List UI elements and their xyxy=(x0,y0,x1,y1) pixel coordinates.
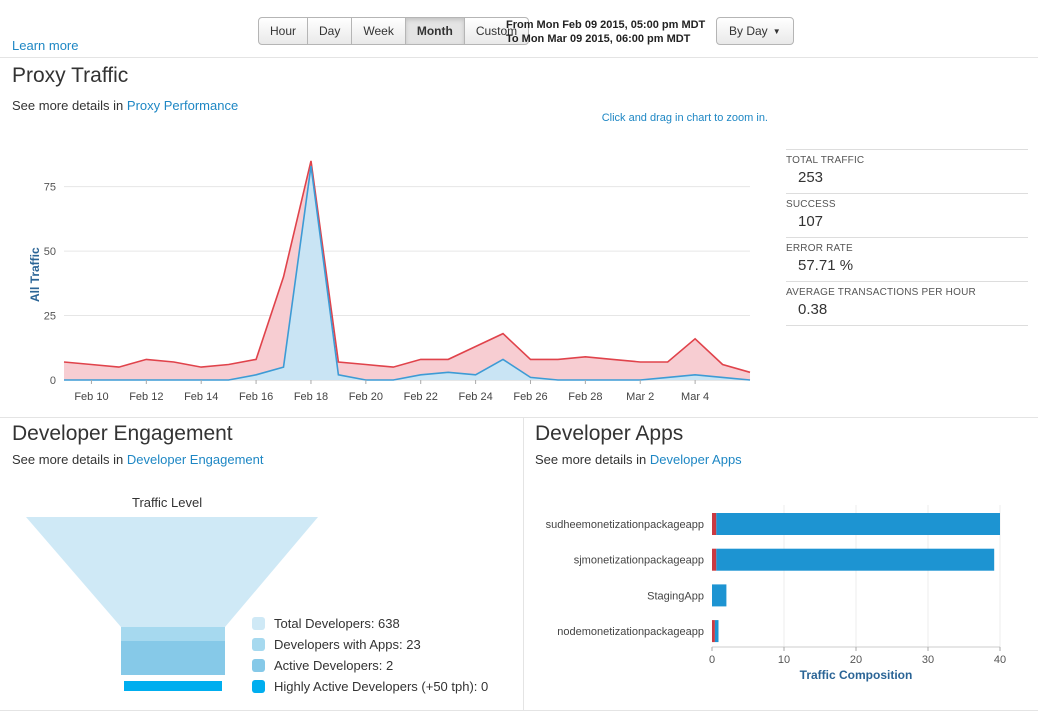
svg-text:Mar 4: Mar 4 xyxy=(681,391,709,403)
svg-text:50: 50 xyxy=(44,246,56,258)
date-range-from: From Mon Feb 09 2015, 05:00 pm MDT xyxy=(506,19,706,31)
group-by-label: By Day xyxy=(729,24,768,38)
svg-text:Feb 20: Feb 20 xyxy=(349,391,383,403)
svg-text:10: 10 xyxy=(778,654,790,666)
date-range-to: To Mon Mar 09 2015, 06:00 pm MDT xyxy=(506,33,691,45)
svg-text:75: 75 xyxy=(44,182,56,194)
legend-item: Active Developers: 2 xyxy=(252,658,488,673)
svg-text:Feb 26: Feb 26 xyxy=(513,391,547,403)
details-prefix: See more details in xyxy=(12,452,124,467)
stat-label: TOTAL TRAFFIC xyxy=(786,155,865,166)
learn-more-link[interactable]: Learn more xyxy=(12,38,78,53)
funnel-title: Traffic Level xyxy=(132,495,203,510)
stat-label: ERROR RATE xyxy=(786,243,853,254)
proxy-traffic-details: See more details in Proxy Performance xyxy=(12,98,238,113)
developer-apps-chart: sudheemonetizationpackageapp sjmonetizati… xyxy=(546,505,1006,682)
details-prefix: See more details in xyxy=(535,452,647,467)
legend-label: Developers with Apps: 23 xyxy=(274,637,421,652)
legend-label: Highly Active Developers (+50 tph): 0 xyxy=(274,679,489,694)
chart-zoom-hint: Click and drag in chart to zoom in. xyxy=(601,112,768,124)
developer-apps-link[interactable]: Developer Apps xyxy=(650,452,742,467)
svg-text:Feb 12: Feb 12 xyxy=(129,391,163,403)
svg-text:30: 30 xyxy=(922,654,934,666)
stat-label: AVERAGE TRANSACTIONS PER HOUR xyxy=(786,287,976,298)
bottom-divider xyxy=(0,710,1038,711)
time-range-button-group: Hour Day Week Month Custom xyxy=(258,17,530,45)
range-week-button[interactable]: Week xyxy=(351,17,406,45)
range-hour-button[interactable]: Hour xyxy=(258,17,309,45)
svg-text:Feb 18: Feb 18 xyxy=(294,391,328,403)
proxy-traffic-title: Proxy Traffic xyxy=(12,64,129,87)
svg-text:25: 25 xyxy=(44,311,56,323)
details-prefix: See more details in xyxy=(12,98,124,113)
svg-text:sjmonetizationpackageapp: sjmonetizationpackageapp xyxy=(574,555,704,567)
svg-text:Feb 22: Feb 22 xyxy=(404,391,438,403)
stat-value: 107 xyxy=(798,213,824,230)
legend-item: Developers with Apps: 23 xyxy=(252,637,488,652)
svg-text:nodemonetizationpackageapp: nodemonetizationpackageapp xyxy=(557,626,704,638)
developer-apps-details: See more details in Developer Apps xyxy=(535,452,742,467)
developer-engagement-title: Developer Engagement xyxy=(12,422,233,445)
svg-text:0: 0 xyxy=(709,654,715,666)
svg-text:0: 0 xyxy=(50,375,56,387)
svg-text:sudheemonetizationpackageapp: sudheemonetizationpackageapp xyxy=(546,519,704,531)
stat-value: 253 xyxy=(798,169,824,186)
legend-item: Total Developers: 638 xyxy=(252,616,488,631)
svg-text:Feb 14: Feb 14 xyxy=(184,391,218,403)
traffic-stats-panel: TOTAL TRAFFIC 253 SUCCESS 107 ERROR RATE… xyxy=(786,149,1028,326)
svg-text:Feb 10: Feb 10 xyxy=(74,391,108,403)
mid-divider xyxy=(0,417,1038,418)
stat-success: SUCCESS 107 xyxy=(786,194,1028,238)
svg-text:Traffic Composition: Traffic Composition xyxy=(800,668,913,682)
svg-text:Feb 16: Feb 16 xyxy=(239,391,273,403)
funnel-legend: Total Developers: 638 Developers with Ap… xyxy=(252,616,489,701)
vertical-divider xyxy=(523,417,524,710)
svg-text:20: 20 xyxy=(850,654,862,666)
stat-error-rate: ERROR RATE 57.71 % xyxy=(786,238,1028,282)
svg-text:Feb 28: Feb 28 xyxy=(568,391,602,403)
svg-text:StagingApp: StagingApp xyxy=(647,590,704,602)
proxy-performance-link[interactable]: Proxy Performance xyxy=(127,98,238,113)
top-divider xyxy=(0,57,1038,58)
stat-value: 0.38 xyxy=(798,301,828,318)
legend-label: Total Developers: 638 xyxy=(274,616,400,631)
svg-text:Feb 24: Feb 24 xyxy=(458,391,492,403)
range-month-button[interactable]: Month xyxy=(404,17,465,45)
group-by-dropdown[interactable]: By Day ▼ xyxy=(716,17,794,45)
stat-total-traffic: TOTAL TRAFFIC 253 xyxy=(786,150,1028,194)
developer-apps-title: Developer Apps xyxy=(535,422,684,445)
svg-text:40: 40 xyxy=(994,654,1006,666)
caret-down-icon: ▼ xyxy=(772,27,781,36)
legend-swatch xyxy=(252,617,265,630)
developer-engagement-details: See more details in Developer Engagement xyxy=(12,452,264,467)
legend-swatch xyxy=(252,659,265,672)
stat-value: 57.71 % xyxy=(798,257,854,274)
legend-item: Highly Active Developers (+50 tph): 0 xyxy=(252,679,489,694)
date-range-text: From Mon Feb 09 2015, 05:00 pm MDT To Mo… xyxy=(506,18,705,46)
legend-label: Active Developers: 2 xyxy=(274,658,394,673)
legend-swatch xyxy=(252,638,265,651)
svg-text:Mar 2: Mar 2 xyxy=(626,391,654,403)
developer-engagement-link[interactable]: Developer Engagement xyxy=(127,452,264,467)
stat-label: SUCCESS xyxy=(786,199,836,210)
legend-swatch xyxy=(252,680,265,693)
proxy-traffic-chart[interactable]: 0 25 50 75 Feb 10 Feb 12 Feb 14 Feb 16 Feb 18 Feb… xyxy=(18,138,770,410)
range-day-button[interactable]: Day xyxy=(307,17,353,45)
stat-avg-tph: AVERAGE TRANSACTIONS PER HOUR 0.38 xyxy=(786,282,1028,326)
analytics-dashboard: Learn more Hour Day Week Month Custom Fr… xyxy=(0,0,1038,717)
